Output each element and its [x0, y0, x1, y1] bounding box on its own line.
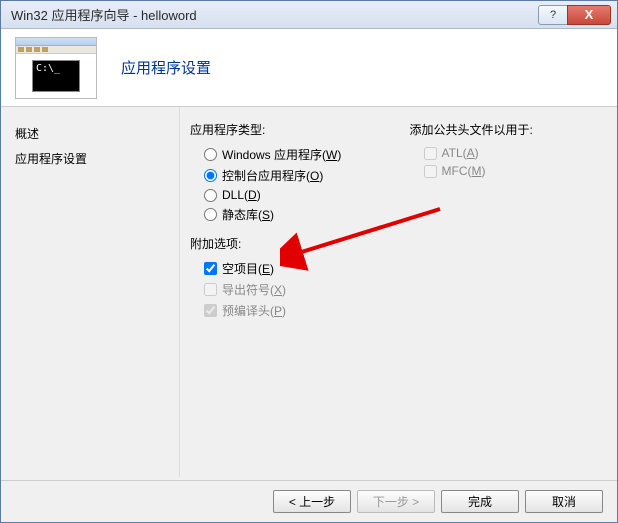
radio-static-input[interactable]: [204, 208, 217, 221]
footer: < 上一步 下一步 > 完成 取消: [1, 480, 617, 522]
sidebar-item-settings[interactable]: 应用程序设置: [13, 146, 167, 171]
check-atl: ATL(A): [410, 144, 600, 162]
headers-label: 添加公共头文件以用于:: [410, 121, 600, 138]
extra-options-label: 附加选项:: [190, 235, 380, 252]
banner-thumbnail: C:\_: [15, 37, 97, 99]
console-icon: C:\_: [32, 60, 80, 92]
check-export-input: [204, 283, 217, 296]
check-mfc: MFC(M): [410, 162, 600, 180]
page-title: 应用程序设置: [121, 57, 211, 78]
prev-button[interactable]: < 上一步: [273, 490, 351, 513]
radio-console-input[interactable]: [204, 169, 217, 182]
sidebar-item-overview[interactable]: 概述: [13, 121, 167, 146]
radio-dll[interactable]: DLL(D): [190, 186, 380, 204]
check-atl-text: ATL(A): [442, 146, 479, 160]
check-atl-input: [424, 147, 437, 160]
window-title: Win32 应用程序向导 - helloword: [7, 5, 538, 24]
check-empty-project[interactable]: 空项目(E): [190, 258, 380, 279]
check-empty-text: 空项目(E): [222, 260, 274, 277]
cancel-button[interactable]: 取消: [525, 490, 603, 513]
radio-dll-text: DLL(D): [222, 188, 261, 202]
question-icon: ?: [550, 9, 556, 21]
radio-windows-app[interactable]: Windows 应用程序(W): [190, 144, 380, 165]
check-export-symbols: 导出符号(X): [190, 279, 380, 300]
check-pch-text: 预编译头(P): [222, 302, 286, 319]
radio-windows-input[interactable]: [204, 148, 217, 161]
check-mfc-text: MFC(M): [442, 164, 486, 178]
sidebar: 概述 应用程序设置: [1, 107, 179, 477]
titlebar-buttons: ? X: [538, 5, 611, 25]
finish-button[interactable]: 完成: [441, 490, 519, 513]
app-type-label: 应用程序类型:: [190, 121, 380, 138]
help-button[interactable]: ?: [538, 5, 568, 25]
close-button[interactable]: X: [567, 5, 611, 25]
right-column: 添加公共头文件以用于: ATL(A) MFC(M): [410, 121, 600, 321]
close-icon: X: [585, 7, 594, 22]
radio-static-text: 静态库(S): [222, 206, 274, 223]
check-mfc-input: [424, 165, 437, 178]
wizard-window: Win32 应用程序向导 - helloword ? X C:\_ 应用程序设置…: [0, 0, 618, 523]
check-empty-input[interactable]: [204, 262, 217, 275]
radio-windows-text: Windows 应用程序(W): [222, 146, 341, 163]
check-pch-input: [204, 304, 217, 317]
next-button: 下一步 >: [357, 490, 435, 513]
body: 概述 应用程序设置 应用程序类型: Windows 应用程序(W) 控制台应用程…: [1, 107, 617, 477]
banner: C:\_ 应用程序设置: [1, 29, 617, 107]
content-pane: 应用程序类型: Windows 应用程序(W) 控制台应用程序(O) DLL(D…: [179, 107, 617, 477]
check-precompiled-header: 预编译头(P): [190, 300, 380, 321]
titlebar: Win32 应用程序向导 - helloword ? X: [1, 1, 617, 29]
radio-static-lib[interactable]: 静态库(S): [190, 204, 380, 225]
radio-console-app[interactable]: 控制台应用程序(O): [190, 165, 380, 186]
left-column: 应用程序类型: Windows 应用程序(W) 控制台应用程序(O) DLL(D…: [190, 121, 380, 321]
radio-console-text: 控制台应用程序(O): [222, 167, 323, 184]
check-export-text: 导出符号(X): [222, 281, 286, 298]
radio-dll-input[interactable]: [204, 189, 217, 202]
